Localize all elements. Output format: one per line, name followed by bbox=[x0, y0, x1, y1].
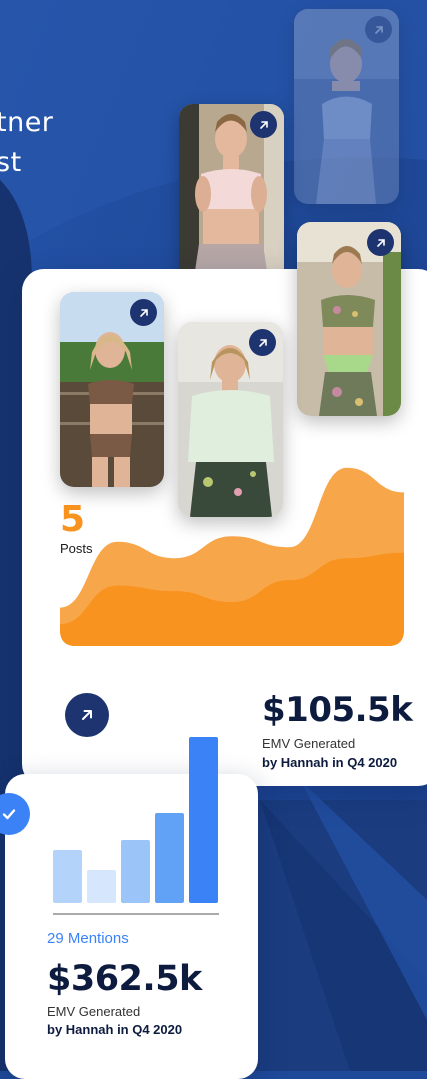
mentions-emv-value: $362.5k bbox=[47, 959, 202, 999]
mention-bar bbox=[87, 870, 116, 903]
mentions-emv-label: EMV Generated bbox=[47, 1004, 141, 1019]
mention-bar bbox=[53, 850, 82, 903]
arrow-up-right-icon[interactable] bbox=[249, 329, 276, 356]
photo-top-right-faded[interactable] bbox=[294, 9, 399, 204]
mention-bar bbox=[121, 840, 150, 903]
arrow-up-right-icon[interactable] bbox=[130, 299, 157, 326]
headline-line-2: st bbox=[0, 147, 22, 178]
posts-count: 5 bbox=[60, 499, 86, 540]
headline: tner st bbox=[0, 103, 86, 183]
photo-green-tee[interactable] bbox=[178, 322, 283, 517]
mention-bar bbox=[155, 813, 184, 903]
arrow-up-right-icon[interactable] bbox=[365, 16, 392, 43]
mentions-bar-chart bbox=[53, 737, 219, 915]
mentions-emv-attribution: by Hannah in Q4 2020 bbox=[47, 1022, 183, 1037]
photo-camo-top[interactable] bbox=[297, 222, 401, 416]
arrow-up-right-icon[interactable] bbox=[250, 111, 277, 138]
arrow-up-right-icon[interactable] bbox=[367, 229, 394, 256]
mention-bar bbox=[189, 737, 218, 903]
emv-value: $105.5k bbox=[262, 690, 413, 730]
emv-attribution: by Hannah in Q4 2020 bbox=[262, 755, 398, 770]
mentions-count: 29 Mentions bbox=[47, 930, 129, 947]
emv-label: EMV Generated bbox=[262, 736, 356, 751]
headline-line-1: tner bbox=[0, 107, 54, 138]
posts-label: Posts bbox=[60, 541, 93, 556]
